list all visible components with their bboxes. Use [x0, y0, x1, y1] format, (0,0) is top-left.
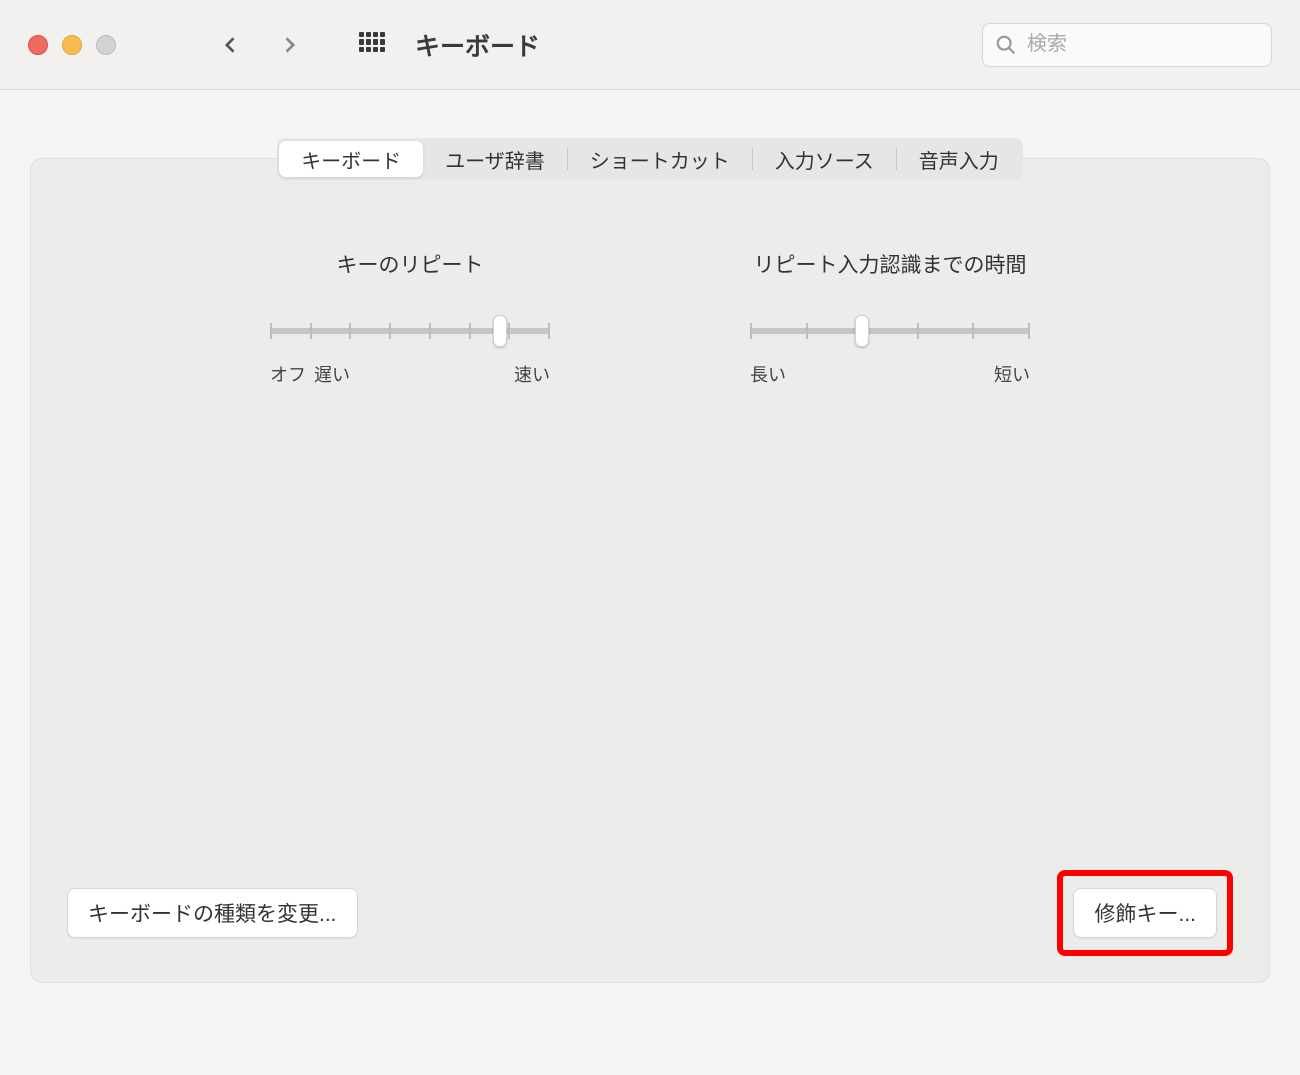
delay-until-repeat-thumb[interactable] [855, 315, 869, 347]
keyboard-tab-panel: キーのリピート オフ 遅い 速い リピート入力認識までの時間 [30, 158, 1270, 983]
key-repeat-off-label: オフ [270, 361, 306, 387]
modifier-keys-highlight: 修飾キー... [1057, 870, 1233, 956]
search-field-container[interactable] [982, 23, 1272, 67]
search-icon [995, 34, 1017, 56]
maximize-window-button[interactable] [96, 35, 116, 55]
tab-shortcuts[interactable]: ショートカット [568, 141, 752, 177]
grid-icon [359, 32, 385, 53]
traffic-lights [28, 35, 116, 55]
minimize-window-button[interactable] [62, 35, 82, 55]
delay-short-label: 短い [994, 361, 1030, 387]
back-button[interactable] [221, 35, 241, 55]
window-toolbar: キーボード [0, 0, 1300, 90]
tab-dictation[interactable]: 音声入力 [897, 141, 1021, 177]
delay-long-label: 長い [750, 361, 786, 387]
window-title: キーボード [415, 27, 540, 63]
change-keyboard-type-button[interactable]: キーボードの種類を変更... [67, 888, 358, 938]
search-input[interactable] [1027, 33, 1259, 56]
tab-user-dictionary[interactable]: ユーザ辞書 [423, 141, 567, 177]
tab-keyboard[interactable]: キーボード [279, 141, 423, 177]
key-repeat-group: キーのリピート オフ 遅い 速い [250, 249, 570, 387]
delay-until-repeat-group: リピート入力認識までの時間 長い 短い [730, 249, 1050, 387]
modifier-keys-button[interactable]: 修飾キー... [1073, 888, 1217, 938]
show-all-prefs-button[interactable] [359, 32, 385, 58]
delay-until-repeat-slider[interactable] [750, 317, 1030, 345]
key-repeat-fast-label: 速い [514, 361, 550, 387]
tab-input-sources[interactable]: 入力ソース [753, 141, 896, 177]
forward-button [279, 35, 299, 55]
delay-until-repeat-label: リピート入力認識までの時間 [754, 249, 1027, 279]
close-window-button[interactable] [28, 35, 48, 55]
tab-segmented-control: キーボード ユーザ辞書 ショートカット 入力ソース 音声入力 [277, 138, 1023, 180]
key-repeat-label: キーのリピート [337, 249, 484, 279]
nav-arrows [221, 35, 299, 55]
key-repeat-slow-label: 遅い [314, 361, 350, 387]
key-repeat-thumb[interactable] [493, 315, 507, 347]
key-repeat-slider[interactable] [270, 317, 550, 345]
